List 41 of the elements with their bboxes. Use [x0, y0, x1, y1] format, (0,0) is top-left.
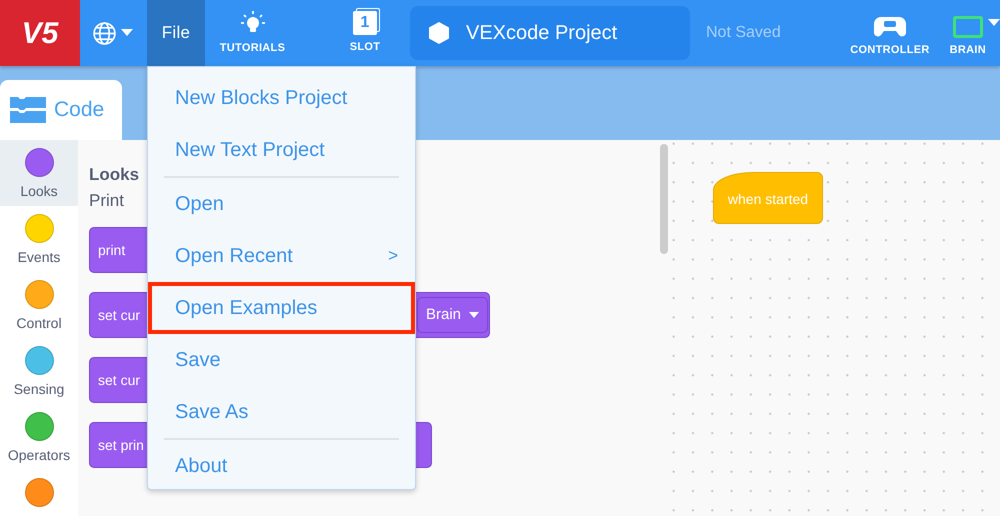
tutorials-button[interactable]: TUTORIALS [205, 0, 300, 66]
block-label: set prin [98, 436, 144, 455]
slot-button[interactable]: 1 SLOT [330, 0, 400, 66]
menu-item[interactable]: Save [148, 334, 415, 386]
file-menu-button[interactable]: File [147, 0, 205, 66]
logo: V5 [0, 0, 80, 66]
save-status: Not Saved [706, 23, 781, 43]
slot-icon: 1 [353, 10, 377, 35]
category-item[interactable]: Control [0, 272, 78, 338]
block-label: set cur [98, 306, 140, 324]
scrollbar[interactable] [660, 144, 668, 254]
submenu-arrow: > [388, 245, 398, 268]
menu-item[interactable]: Open Examples [148, 282, 415, 334]
hexagon-icon [428, 21, 450, 45]
code-tab[interactable]: Code [0, 80, 122, 140]
category-item[interactable]: Events [0, 206, 78, 272]
block-label: print [98, 240, 126, 260]
controller-button[interactable]: CONTROLLER [844, 0, 936, 66]
palette-heading: Looks [89, 164, 140, 186]
palette-subheading: Print [89, 190, 124, 212]
hat-block[interactable]: when started [713, 172, 823, 224]
menu-item[interactable]: Open Recent > [148, 230, 415, 282]
menu-item[interactable]: New Text Project [148, 124, 415, 176]
gamepad-icon [872, 16, 907, 38]
brain-screen-icon [952, 16, 983, 38]
category-item[interactable]: Looks [0, 140, 78, 206]
project-name-field[interactable]: VEXcode Project [410, 6, 690, 60]
globe-icon [92, 20, 117, 46]
brain-button[interactable]: BRAIN [936, 0, 992, 66]
code-blocks-icon [10, 95, 46, 125]
menu-item[interactable]: New Blocks Project [148, 72, 415, 124]
block-dropdown[interactable]: Brain [417, 297, 488, 333]
menu-item[interactable]: About [148, 440, 415, 492]
block-label: set cur [98, 370, 140, 390]
caret-icon [121, 29, 133, 37]
category-item[interactable]: Operators [0, 404, 78, 470]
menu-item[interactable]: Save As [148, 386, 415, 438]
caret-icon[interactable] [988, 19, 1000, 27]
caret-icon [469, 312, 480, 318]
menu-item[interactable]: Open [148, 178, 415, 230]
category-item[interactable]: Sensing [0, 338, 78, 404]
